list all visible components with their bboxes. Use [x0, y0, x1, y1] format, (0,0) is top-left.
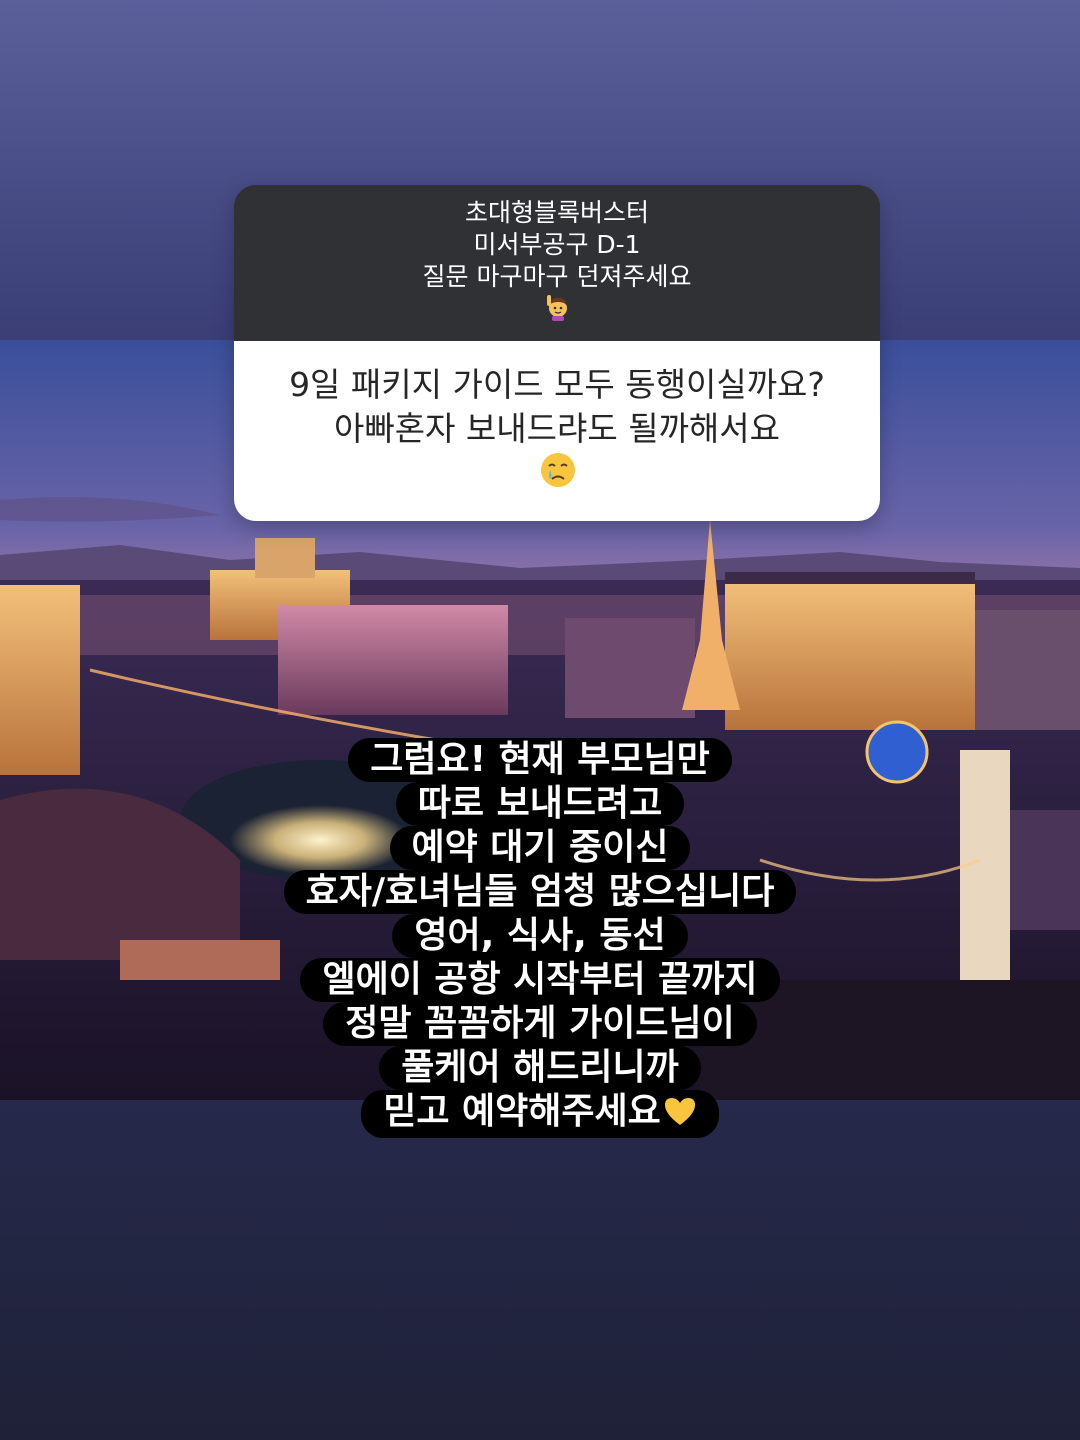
question-line: 아빠혼자 보내드랴도 될까해서요 — [334, 407, 780, 500]
yellow-heart-emoji-icon — [663, 1094, 697, 1138]
question-line: 9일 패키지 가이드 모두 동행이실까요? — [289, 364, 825, 404]
answer-line: 예약 대기 중이신 — [389, 826, 691, 870]
answer-line: 그럼요! 현재 부모님만 — [348, 738, 732, 782]
answer-line-text: 믿고 예약해주세요 — [383, 1091, 661, 1132]
question-line-text: 아빠혼자 보내드랴도 될까해서요 — [333, 408, 781, 448]
answer-line: 영어, 식사, 동선 — [392, 914, 688, 958]
crying-face-emoji-icon — [336, 451, 780, 500]
prompt-line: 미서부공구 D-1 — [473, 230, 641, 259]
answer-line: 효자/효녀님들 엄청 많으십니다 — [283, 870, 797, 914]
answer-line: 따로 보내드려고 — [395, 782, 685, 826]
answer-line: 풀케어 해드리니까 — [379, 1046, 701, 1090]
raising-hand-emoji-icon — [425, 293, 692, 329]
answer-line: 정말 꼼꼼하게 가이드님이 — [323, 1002, 757, 1046]
answer-line: 믿고 예약해주세요 — [361, 1090, 719, 1138]
prompt-line: 초대형블록버스터 — [464, 198, 649, 227]
prompt-line: 질문 마구마구 던져주세요 — [422, 261, 692, 329]
question-sticker: 초대형블록버스터 미서부공구 D-1 질문 마구마구 던져주세요 9일 패키지 … — [234, 185, 880, 521]
answer-line: 엘에이 공항 시작부터 끝까지 — [300, 958, 780, 1002]
answer-caption: 그럼요! 현재 부모님만 따로 보내드려고 예약 대기 중이신 효자/효녀님들 … — [0, 738, 1080, 1138]
prompt-line-text: 질문 마구마구 던져주세요 — [422, 262, 692, 291]
question-text: 9일 패키지 가이드 모두 동행이실까요? 아빠혼자 보내드랴도 될까해서요 — [234, 341, 880, 521]
question-sticker-prompt: 초대형블록버스터 미서부공구 D-1 질문 마구마구 던져주세요 — [234, 185, 880, 341]
